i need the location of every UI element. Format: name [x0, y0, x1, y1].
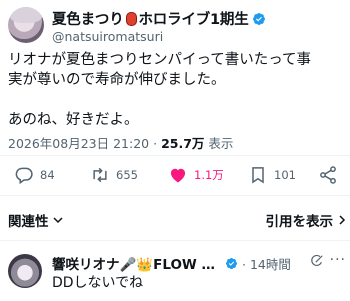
bookmark-button[interactable]: 101 [248, 162, 296, 188]
view-quotes-button[interactable]: 引用を表示 [266, 210, 349, 230]
views-label: 表示 [208, 136, 234, 151]
chevron-right-icon [339, 215, 346, 225]
more-options-icon[interactable]: ··· [330, 252, 346, 268]
repost-icon [93, 167, 107, 183]
repost-count: 655 [116, 168, 138, 182]
post-header: 夏色まつり ホロライブ1期生 @natsuiromatsuri [8, 5, 348, 45]
post-timestamp[interactable]: 2026年08月23日 21:20 [8, 136, 149, 151]
reply-count: 84 [40, 168, 55, 182]
reply-header: 響咲リオナ🎤👑FLOW G... · 14時間 [52, 253, 348, 274]
chevron-down-icon [52, 217, 63, 224]
author-name-row[interactable]: 夏色まつり ホロライブ1期生 [52, 8, 266, 29]
relevance-sort-button[interactable]: 関連性 [8, 210, 64, 230]
reply-button[interactable]: 84 [14, 162, 55, 188]
share-icon [320, 166, 336, 184]
reply-display-name[interactable]: 響咲リオナ🎤👑FLOW G... [52, 253, 222, 273]
author-display-name-suffix[interactable]: ホロライブ1期生 [139, 8, 249, 29]
repost-button[interactable]: 655 [90, 162, 138, 188]
author-handle[interactable]: @natsuiromatsuri [52, 29, 163, 44]
bookmark-count: 101 [274, 168, 296, 182]
verified-badge-icon [225, 257, 238, 269]
reply-icon [15, 167, 33, 185]
author-avatar[interactable] [8, 7, 44, 43]
relevance-label: 関連性 [8, 214, 49, 230]
heart-icon [170, 168, 186, 183]
share-button[interactable] [318, 162, 338, 188]
reply-time[interactable]: · 14時間 [242, 254, 291, 273]
reply-avatar[interactable] [8, 254, 42, 288]
replies-sort-row: 関連性 引用を表示 [8, 210, 348, 230]
post-meta: 2026年08月23日 21:20 · 25.7万 表示 [8, 136, 234, 151]
divider-actions [0, 195, 350, 196]
divider-top [0, 155, 350, 156]
lantern-icon [125, 11, 137, 26]
verified-badge-icon [252, 12, 265, 25]
reply-text: DDしないでね [52, 275, 144, 291]
reply-item[interactable]: 響咲リオナ🎤👑FLOW G... · 14時間 ··· DDしないでね [8, 252, 348, 301]
post-actions: 84 655 1.1万 101 [0, 162, 350, 188]
views-count: 25.7万 [161, 136, 205, 151]
author-display-name[interactable]: 夏色まつり [52, 8, 124, 29]
bookmark-icon [252, 167, 264, 184]
like-count: 1.1万 [194, 168, 224, 182]
grok-icon[interactable] [310, 254, 324, 268]
quote-label: 引用を表示 [265, 214, 334, 230]
divider-sort [0, 240, 350, 241]
like-button[interactable]: 1.1万 [168, 162, 224, 188]
post-text: リオナが夏色まつりセンパイって書いたって事 実が尊いので寿命が伸びました。 あの… [8, 52, 312, 128]
